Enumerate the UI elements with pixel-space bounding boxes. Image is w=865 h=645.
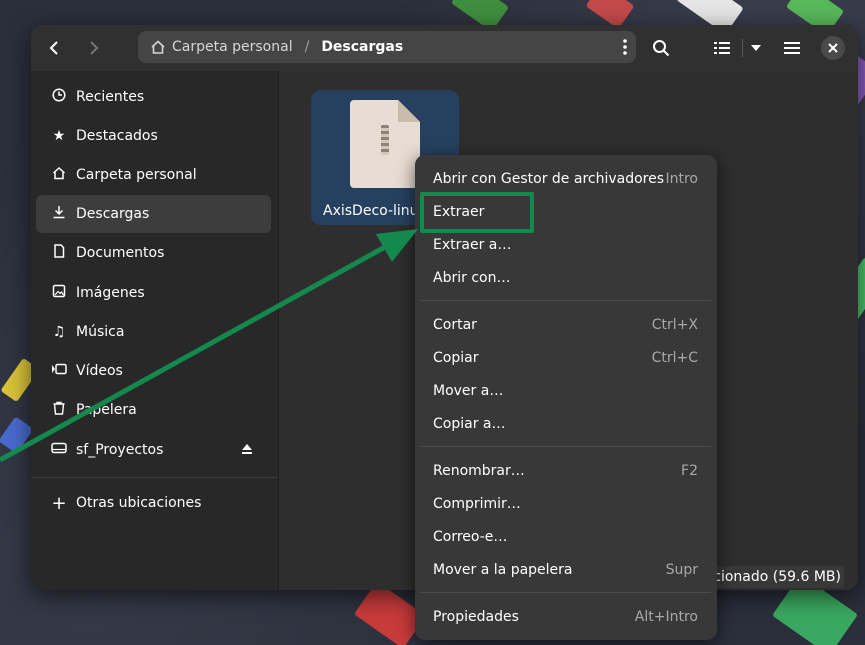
arrow-annotation — [0, 229, 418, 463]
